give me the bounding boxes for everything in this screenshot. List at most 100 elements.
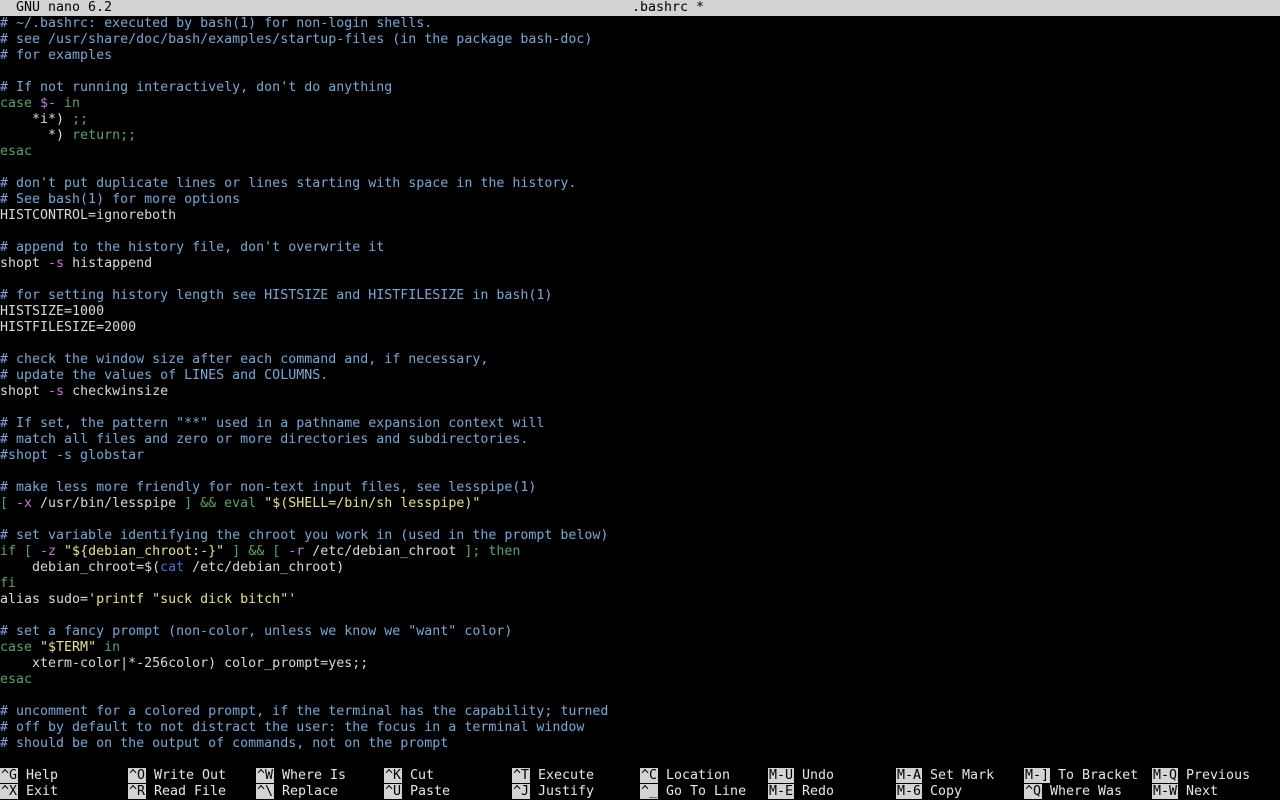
shortcut-label: To Bracket: [1058, 768, 1139, 783]
shortcut-label: Copy: [930, 784, 963, 799]
code-line[interactable]: # set variable identifying the chroot yo…: [0, 528, 1280, 544]
code-token: shopt: [0, 384, 49, 399]
shortcut-where-is[interactable]: ^W Where Is: [256, 768, 346, 784]
code-line[interactable]: # off by default to not distract the use…: [0, 720, 1280, 736]
code-line[interactable]: alias sudo='printf "suck dick bitch"': [0, 592, 1280, 608]
code-line[interactable]: *) return;;: [0, 128, 1280, 144]
code-line[interactable]: case $- in: [0, 96, 1280, 112]
shortcut-exit[interactable]: ^X Exit: [0, 784, 58, 800]
code-token: 'printf "suck dick bitch: [88, 592, 281, 607]
code-token: # for setting history length see HISTSIZ…: [0, 288, 553, 303]
code-token: -z: [40, 544, 57, 559]
code-line[interactable]: #shopt -s globstar: [0, 448, 1280, 464]
shortcut-go-to-line[interactable]: ^_ Go To Line: [640, 784, 746, 800]
shortcut-set-mark[interactable]: M-A Set Mark: [896, 768, 994, 784]
shortcut-label: Justify: [538, 784, 595, 799]
code-line[interactable]: # make less more friendly for non-text i…: [0, 480, 1280, 496]
code-line[interactable]: # append to the history file, don't over…: [0, 240, 1280, 256]
code-line[interactable]: [0, 608, 1280, 624]
code-line[interactable]: # ~/.bashrc: executed by bash(1) for non…: [0, 16, 1280, 32]
shortcut-previous[interactable]: M-Q Previous: [1152, 768, 1250, 784]
code-line[interactable]: # uncomment for a colored prompt, if the…: [0, 704, 1280, 720]
code-line[interactable]: HISTSIZE=1000: [0, 304, 1280, 320]
shortcut-key: M-W: [1152, 784, 1179, 799]
shortcut-redo[interactable]: M-E Redo: [768, 784, 834, 800]
code-token: -r: [288, 544, 305, 559]
code-line[interactable]: [0, 336, 1280, 352]
code-line[interactable]: [0, 464, 1280, 480]
code-line[interactable]: [0, 512, 1280, 528]
code-line[interactable]: esac: [0, 144, 1280, 160]
code-line[interactable]: [0, 224, 1280, 240]
code-line[interactable]: # update the values of LINES and COLUMNS…: [0, 368, 1280, 384]
code-token: histappend: [64, 256, 153, 271]
editor-text-area[interactable]: # ~/.bashrc: executed by bash(1) for non…: [0, 16, 1280, 768]
shortcut-label: Previous: [1186, 768, 1251, 783]
code-token: # append to the history file, don't over…: [0, 240, 385, 255]
shortcut-paste[interactable]: ^U Paste: [384, 784, 450, 800]
file-name: .bashrc *: [632, 0, 705, 15]
code-line[interactable]: # for examples: [0, 48, 1280, 64]
code-token: # If set, the pattern "**" used in a pat…: [0, 416, 545, 431]
shortcut-cut[interactable]: ^K Cut: [384, 768, 434, 784]
code-line[interactable]: # see /usr/share/doc/bash/examples/start…: [0, 32, 1280, 48]
shortcut-key: ^Q: [1024, 784, 1043, 799]
app-version: GNU nano 6.2: [16, 0, 113, 15]
code-line[interactable]: # match all files and zero or more direc…: [0, 432, 1280, 448]
shortcut-replace[interactable]: ^\ Replace: [256, 784, 338, 800]
code-line[interactable]: *i*) ;;: [0, 112, 1280, 128]
shortcut-key: M-6: [896, 784, 923, 799]
code-line[interactable]: # See bash(1) for more options: [0, 192, 1280, 208]
code-line[interactable]: debian_chroot=$(cat /etc/debian_chroot): [0, 560, 1280, 576]
shortcut-help[interactable]: ^G Help: [0, 768, 58, 784]
code-line[interactable]: [0, 272, 1280, 288]
code-token: alias sudo=: [0, 592, 89, 607]
shortcut-next[interactable]: M-W Next: [1152, 784, 1218, 800]
shortcut-key: ^T: [512, 768, 531, 783]
shortcut-key: ^G: [0, 768, 19, 783]
code-token: /etc/debian_chroot: [304, 544, 465, 559]
code-line[interactable]: case "$TERM" in: [0, 640, 1280, 656]
code-line[interactable]: # for setting history length see HISTSIZ…: [0, 288, 1280, 304]
code-line[interactable]: [0, 400, 1280, 416]
shortcut-label: Redo: [802, 784, 835, 799]
shortcut-copy[interactable]: M-6 Copy: [896, 784, 962, 800]
code-line[interactable]: if [ -z "${debian_chroot:-}" ] && [ -r /…: [0, 544, 1280, 560]
code-line[interactable]: fi: [0, 576, 1280, 592]
title-bar: GNU nano 6.2 .bashrc *: [0, 0, 1280, 16]
shortcut-to-bracket[interactable]: M-] To Bracket: [1024, 768, 1138, 784]
shortcut-location[interactable]: ^C Location: [640, 768, 730, 784]
code-token: # update the values of LINES and COLUMNS…: [0, 368, 329, 383]
code-line[interactable]: esac: [0, 672, 1280, 688]
shortcut-label: Next: [1186, 784, 1219, 799]
code-token: fi: [0, 576, 17, 591]
code-line[interactable]: HISTCONTROL=ignoreboth: [0, 208, 1280, 224]
shortcut-read-file[interactable]: ^R Read File: [128, 784, 226, 800]
code-line[interactable]: [0, 160, 1280, 176]
shortcut-label: Set Mark: [930, 768, 995, 783]
code-token: # should be on the output of commands, n…: [0, 736, 449, 751]
code-token: # off by default to not distract the use…: [0, 720, 585, 735]
shortcut-undo[interactable]: M-U Undo: [768, 768, 834, 784]
shortcut-where-was[interactable]: ^Q Where Was: [1024, 784, 1122, 800]
shortcut-key: M-U: [768, 768, 795, 783]
code-line[interactable]: xterm-color|*-256color) color_prompt=yes…: [0, 656, 1280, 672]
code-line[interactable]: # don't put duplicate lines or lines sta…: [0, 176, 1280, 192]
code-line[interactable]: # If set, the pattern "**" used in a pat…: [0, 416, 1280, 432]
shortcut-key: ^C: [640, 768, 659, 783]
shortcut-justify[interactable]: ^J Justify: [512, 784, 594, 800]
code-line[interactable]: # If not running interactively, don't do…: [0, 80, 1280, 96]
code-token: HISTCONTROL=ignoreboth: [0, 208, 177, 223]
code-line[interactable]: # check the window size after each comma…: [0, 352, 1280, 368]
code-token: HISTSIZE=1000: [0, 304, 105, 319]
code-line[interactable]: [0, 688, 1280, 704]
code-line[interactable]: [0, 64, 1280, 80]
code-line[interactable]: shopt -s checkwinsize: [0, 384, 1280, 400]
code-line[interactable]: shopt -s histappend: [0, 256, 1280, 272]
code-line[interactable]: [ -x /usr/bin/lesspipe ] && eval "$(SHEL…: [0, 496, 1280, 512]
shortcut-write-out[interactable]: ^O Write Out: [128, 768, 226, 784]
code-line[interactable]: HISTFILESIZE=2000: [0, 320, 1280, 336]
code-line[interactable]: # set a fancy prompt (non-color, unless …: [0, 624, 1280, 640]
code-line[interactable]: # should be on the output of commands, n…: [0, 736, 1280, 752]
shortcut-execute[interactable]: ^T Execute: [512, 768, 594, 784]
